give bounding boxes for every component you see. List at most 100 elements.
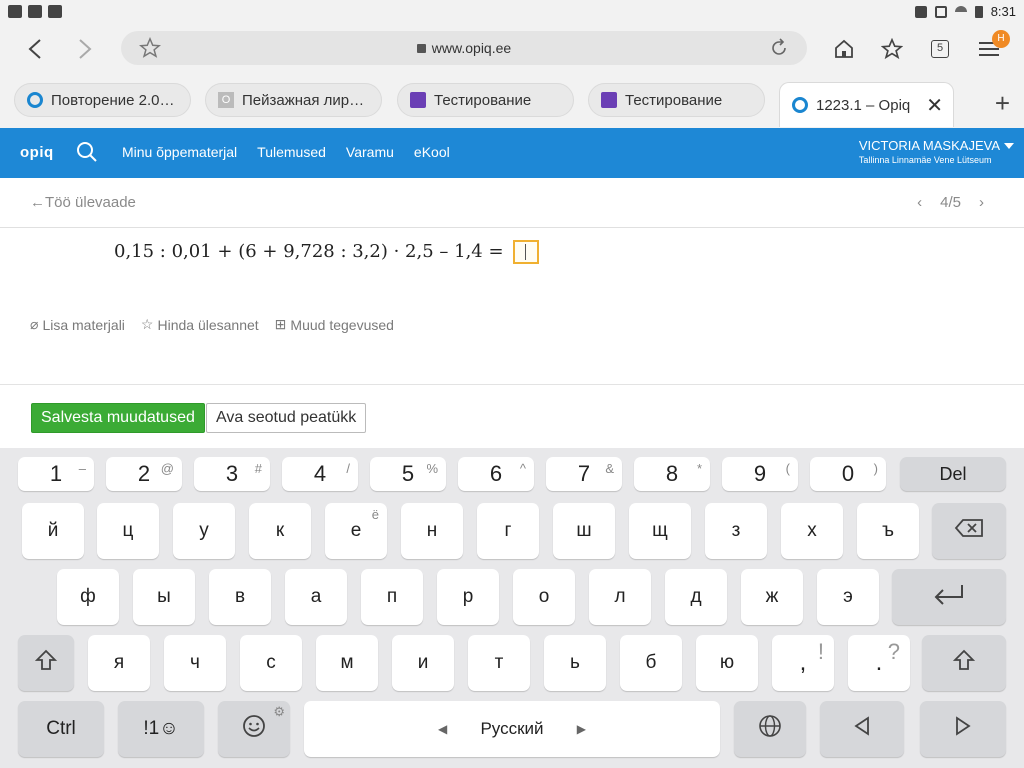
ctrl-key[interactable]: Ctrl [18,701,104,757]
key-letter[interactable]: л [589,569,651,625]
key-letter[interactable]: с [240,635,302,691]
bookmarks-icon[interactable] [875,32,909,66]
key-letter[interactable]: ь [544,635,606,691]
shift-key-right[interactable] [922,635,1006,691]
nav-link-library[interactable]: Varamu [346,144,394,160]
symbols-key[interactable]: !1☺ [118,701,204,757]
opiq-logo[interactable]: opiq [20,144,54,161]
key-8[interactable]: 8 * [634,457,710,491]
key-4[interactable]: 4/ [282,457,358,491]
shift-key-left[interactable] [18,635,74,691]
key-2[interactable]: 2 @ [106,457,182,491]
backspace-key[interactable] [932,503,1006,559]
key-letter[interactable]: з [705,503,767,559]
key-letter[interactable]: п [361,569,423,625]
user-menu[interactable]: VICTORIA MASKAJEVA Tallinna Linnamäe Ven… [859,138,1014,165]
key-letter[interactable]: д [665,569,727,625]
key-7[interactable]: 7 & [546,457,622,491]
save-changes-button[interactable]: Salvesta muudatused [31,403,205,433]
answer-input[interactable] [513,240,540,264]
key-letter[interactable]: ж [741,569,803,625]
back-icon[interactable] [18,32,52,66]
nav-link-results[interactable]: Tulemused [257,144,326,160]
key-letter-e[interactable]: её [325,503,387,559]
address-bar[interactable]: www.opiq.ee [121,31,807,65]
key-0[interactable]: 0) [810,457,886,491]
key-letter[interactable]: я [88,635,150,691]
triangle-right-icon [955,716,971,742]
enter-icon [932,583,966,611]
period-key[interactable]: .? [848,635,910,691]
key-letter[interactable]: э [817,569,879,625]
home-icon[interactable] [827,32,861,66]
search-icon[interactable] [76,141,98,163]
browser-tab[interactable]: Повторение 2.0… [14,83,191,117]
cursor-right-key[interactable] [920,701,1006,757]
key-9[interactable]: 9( [722,457,798,491]
key-6[interactable]: 6 ^ [458,457,534,491]
key-letter[interactable]: м [316,635,378,691]
rate-task-link[interactable]: ☆ Hinda ülesannet [141,316,259,333]
lock-icon [416,44,426,53]
key-letter[interactable]: ш [553,503,615,559]
key-letter[interactable]: к [249,503,311,559]
key-3[interactable]: 3 # [194,457,270,491]
nav-link-my-materials[interactable]: Minu õppematerjal [122,144,237,160]
close-tab-icon[interactable]: ✕ [926,93,943,118]
other-actions-link[interactable]: ⊞ Muud tegevused [275,316,394,333]
menu-icon[interactable]: H [972,30,1010,66]
key-letter[interactable]: ю [696,635,758,691]
key-letter[interactable]: ц [97,503,159,559]
key-letter[interactable]: ч [164,635,226,691]
key-letter[interactable]: у [173,503,235,559]
new-tab-icon[interactable]: + [995,88,1010,119]
generic-o-icon: O [218,92,234,108]
key-letter[interactable]: х [781,503,843,559]
tab-label: Тестирование [625,91,723,109]
key-letter[interactable]: р [437,569,499,625]
key-letter[interactable]: т [468,635,530,691]
forward-icon[interactable] [68,32,102,66]
del-key[interactable]: Del [900,457,1006,491]
key-letter[interactable]: ъ [857,503,919,559]
key-letter[interactable]: й [22,503,84,559]
opiq-icon [792,97,808,113]
reload-icon[interactable] [769,38,789,63]
key-letter[interactable]: а [285,569,347,625]
back-to-overview-link[interactable]: ←Töö ülevaade [30,194,136,211]
key-letter[interactable]: в [209,569,271,625]
key-letter[interactable]: щ [629,503,691,559]
key-letter[interactable]: ф [57,569,119,625]
prev-page-icon[interactable]: ‹ [917,194,922,211]
key-5[interactable]: 5% [370,457,446,491]
browser-tab[interactable]: Тестирование [588,83,765,117]
cursor-left-key[interactable] [820,701,904,757]
comma-key[interactable]: ,! [772,635,834,691]
add-material-link[interactable]: ⌀ Lisa materjali [30,316,125,333]
key-letter[interactable]: и [392,635,454,691]
browser-tab[interactable]: Тестирование [397,83,574,117]
key-1[interactable]: 1– [18,457,94,491]
key-letter[interactable]: г [477,503,539,559]
browser-tab[interactable]: O Пейзажная лир… [205,83,382,117]
sub-header: ←Töö ülevaade ‹ 4/5 › [0,178,1024,228]
url-text[interactable]: www.opiq.ee [121,40,807,56]
key-letter[interactable]: б [620,635,682,691]
tab-label: Повторение 2.0… [51,91,175,109]
browser-tab-active[interactable]: 1223.1 – Opiq ✕ [779,82,954,127]
key-letter[interactable]: о [513,569,575,625]
pager: ‹ 4/5 › [917,194,984,211]
enter-key[interactable] [892,569,1006,625]
caret-right-icon: ▶ [576,722,586,736]
equation: 0,15 : 0,01 + (6 + 9,728 : 3,2) · 2,5 – … [114,240,540,264]
equation-text: 0,15 : 0,01 + (6 + 9,728 : 3,2) · 2,5 – … [114,241,504,262]
open-chapter-button[interactable]: Ava seotud peatükk [206,403,367,433]
key-letter[interactable]: ы [133,569,195,625]
nav-link-ekool[interactable]: eKool [414,144,450,160]
tabs-count-icon[interactable]: 5 [923,32,957,66]
language-key[interactable] [734,701,806,757]
next-page-icon[interactable]: › [979,194,984,211]
space-key[interactable]: ◀ Русский ▶ [304,701,720,757]
key-letter[interactable]: н [401,503,463,559]
emoji-key[interactable]: ⚙ [218,701,290,757]
